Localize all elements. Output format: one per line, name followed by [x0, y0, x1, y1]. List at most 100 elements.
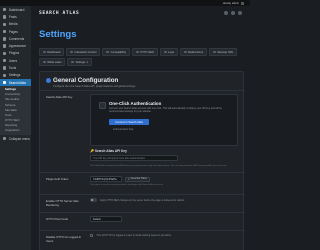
submenu-item-integrations[interactable]: Integrations	[0, 128, 31, 133]
settings-icon	[3, 73, 7, 78]
auth-token-body: 7ck8RT4vQ1mP9aHw ↻ Generate Token This t…	[90, 176, 238, 187]
index-icon	[70, 50, 73, 54]
panel-title: General Configuration	[53, 77, 119, 84]
sidebar-item-tools[interactable]: Tools	[0, 64, 31, 71]
collapse-icon	[3, 137, 7, 141]
logged-in-body: Turn off OTTO for logged-in users to avo…	[90, 234, 238, 238]
auth-card-description: Connect your Search Atlas account with o…	[109, 107, 222, 114]
sidebar-item-searchatlas[interactable]: SearchAtlas	[0, 78, 31, 87]
collapse-label: Collapse menu	[8, 136, 31, 141]
settings-tabs: Dashboard Indexation Control Compatibili…	[31, 48, 250, 66]
otto-render-body: Apply OTTO SEO changes on the server bef…	[90, 198, 238, 202]
sidebar-item-comments[interactable]: Comments	[0, 35, 31, 42]
sidebar-item-label: Plugins	[8, 51, 20, 56]
tab-label: Redirections	[188, 50, 204, 54]
account-icon[interactable]	[238, 11, 242, 15]
tab-otto-seo[interactable]: OTTO SEO	[131, 48, 158, 56]
logged-in-row: Disable OTTO for Logged-In Users Turn of…	[40, 230, 245, 250]
main-content: SEARCH ATLAS Settings Dashboard Indexati…	[31, 6, 250, 250]
chevron-down-icon: ▾	[86, 60, 88, 64]
sidebar-item-label: Settings	[8, 73, 21, 78]
media-icon	[3, 22, 7, 26]
otto-icon	[135, 50, 139, 54]
otto-render-row: Enable OTTO Server-Side Rendering Apply …	[40, 194, 245, 212]
avatar[interactable]	[241, 1, 244, 5]
sidebar-item-label: Pages	[8, 29, 18, 34]
sidebar-item-settings[interactable]: Settings	[0, 72, 31, 79]
tab-label: Indexation Control	[74, 50, 97, 54]
dashboard-icon	[3, 7, 7, 12]
tab-label: Logs	[168, 50, 174, 54]
sidebar-item-media[interactable]: Media	[0, 21, 31, 28]
logged-in-label: Disable OTTO for Logged-In Users	[46, 235, 82, 243]
logged-in-text: Turn off OTTO for logged-in users to avo…	[96, 234, 172, 238]
api-key-input[interactable]: Your API key will appear here after auth…	[90, 155, 178, 161]
page-title: Settings	[39, 29, 77, 40]
header-icons	[224, 11, 242, 15]
wrench-icon	[3, 66, 7, 70]
user-icon	[3, 59, 7, 63]
sidebar-submenu: Settings Connectivity Site Auditor Schem…	[0, 86, 31, 136]
redirect-icon	[183, 50, 187, 54]
sidebar-item-appearance[interactable]: Appearance	[0, 42, 31, 49]
sidebar-item-posts[interactable]: Posts	[0, 13, 31, 20]
generate-token-label: Generate Token	[130, 178, 147, 180]
auth-token-note: This token is used to securely connect t…	[90, 184, 164, 186]
key-icon	[99, 102, 106, 109]
general-configuration-panel: General Configuration Configure the core…	[39, 71, 245, 250]
admin-greeting[interactable]: Howdy, admin	[223, 2, 239, 5]
tab-label: OTTO SEO	[140, 50, 154, 54]
sidebar-item-label: Posts	[8, 14, 17, 19]
generate-token-button[interactable]: ↻ Generate Token	[125, 176, 150, 182]
otto-pixel-body: Default	[90, 216, 238, 222]
otto-pixel-select[interactable]: Default	[90, 216, 122, 222]
tab-compatibility[interactable]: Compatibility	[102, 48, 130, 56]
auth-card-title: One-Click Authentication	[109, 101, 162, 106]
puzzle-icon	[106, 50, 109, 54]
tab-settings[interactable]: Settings ▾	[67, 58, 92, 66]
api-key-label: Search Atlas API Key	[46, 95, 73, 99]
collapse-menu-button[interactable]: Collapse menu	[0, 135, 31, 142]
tab-label: Settings	[75, 60, 86, 64]
manual-api-key-title: 🔑 Search Atlas API Key	[90, 149, 238, 153]
connect-button[interactable]: Connect to Search Atlas	[109, 119, 149, 125]
tab-white-label[interactable]: White Label	[39, 58, 66, 66]
otto-render-toggle[interactable]	[90, 198, 97, 202]
auth-token-row: Plugin Auth Token 7ck8RT4vQ1mP9aHw ↻ Gen…	[40, 172, 245, 194]
dashboard-icon	[43, 50, 46, 54]
tab-logs[interactable]: Logs	[159, 48, 178, 56]
sidebar-item-label: SearchAtlas	[8, 80, 26, 85]
searchatlas-logo: SEARCH ATLAS	[39, 10, 80, 16]
auth-token-label: Plugin Auth Token	[46, 177, 69, 181]
sidebar-item-label: Dashboard	[8, 7, 25, 12]
page-icon	[3, 29, 7, 34]
tab-redirections[interactable]: Redirections	[179, 48, 208, 56]
auth-help-link[interactable]: Authentication help	[113, 128, 133, 131]
logged-in-checkbox[interactable]	[90, 234, 94, 238]
bell-icon[interactable]	[224, 11, 228, 15]
logs-icon	[163, 50, 167, 54]
gear-icon	[71, 60, 74, 64]
plug-icon	[3, 51, 7, 56]
tab-label: Compatibility	[110, 50, 126, 54]
sidebar-item-plugins[interactable]: Plugins	[0, 50, 31, 57]
auth-token-input[interactable]: 7ck8RT4vQ1mP9aHw	[90, 176, 122, 182]
key-icon: 🔑	[90, 149, 94, 153]
sidebar-item-dashboard[interactable]: Dashboard	[0, 6, 31, 13]
brush-icon	[3, 44, 7, 48]
comment-icon	[3, 37, 7, 41]
tab-dashboard[interactable]: Dashboard	[39, 48, 65, 56]
help-icon[interactable]	[231, 11, 235, 15]
sidebar-item-label: Comments	[8, 36, 25, 41]
sidebar-item-pages[interactable]: Pages	[0, 28, 31, 35]
tag-icon	[43, 60, 46, 64]
searchatlas-icon	[3, 80, 7, 85]
panel-description: Configure the core Search Atlas API, plu…	[53, 85, 136, 88]
tab-sitemap-xml[interactable]: Sitemap XML	[209, 48, 238, 56]
gear-icon	[46, 78, 51, 83]
otto-pixel-label: OTTO Pixel Code	[46, 217, 69, 221]
tab-label: White Label	[47, 60, 62, 64]
sidebar-item-users[interactable]: Users	[0, 57, 31, 64]
tab-indexation-control[interactable]: Indexation Control	[66, 48, 101, 56]
sitemap-icon	[213, 50, 216, 54]
